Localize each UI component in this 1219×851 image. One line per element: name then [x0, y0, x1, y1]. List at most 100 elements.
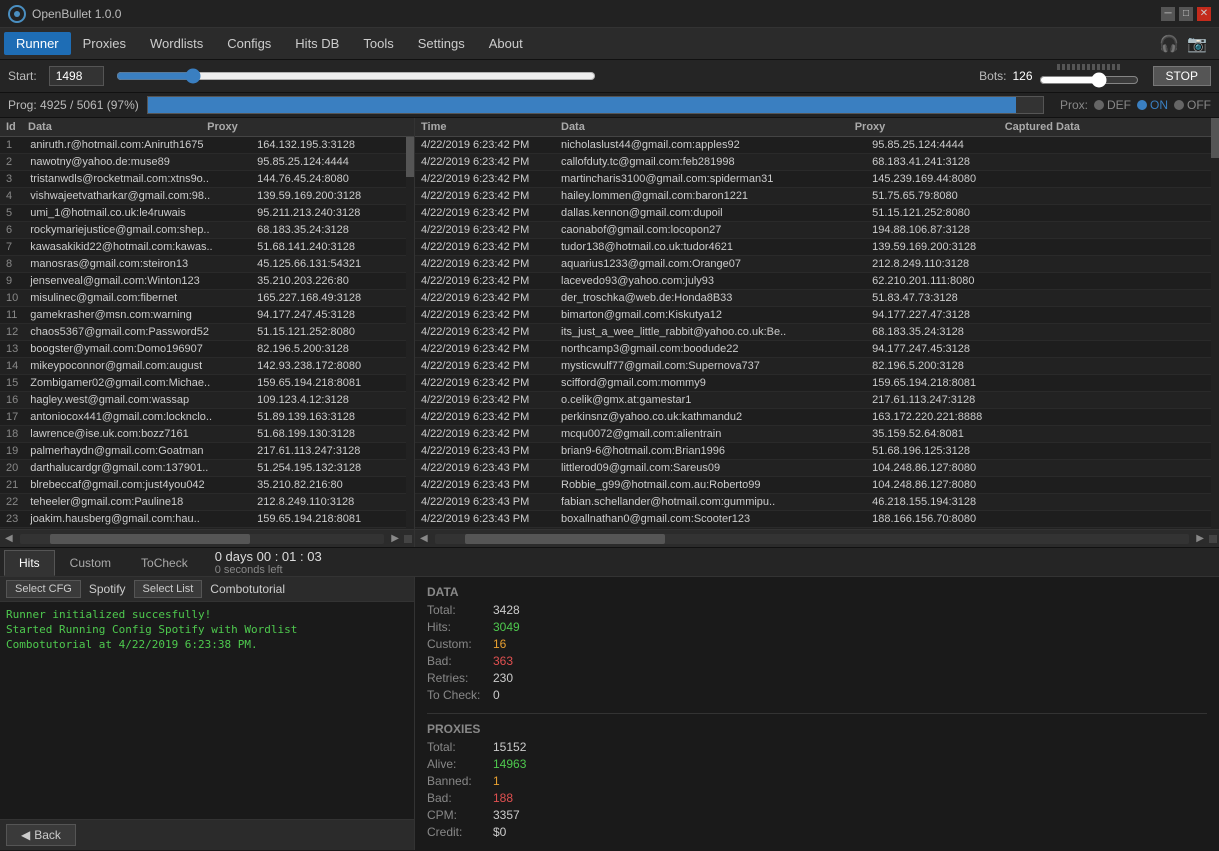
row-id: 2	[0, 154, 24, 171]
table-row[interactable]: 21 blrebeccaf@gmail.com:just4you042 35.2…	[0, 477, 406, 494]
table-row[interactable]: 4/22/2019 6:23:42 PM hailey.lommen@gmail…	[415, 188, 1219, 205]
table-row[interactable]: 4/22/2019 6:23:43 PM brian9-6@hotmail.co…	[415, 443, 1219, 460]
table-row[interactable]: 4/22/2019 6:23:43 PM boxallnathan0@gmail…	[415, 511, 1219, 528]
table-row[interactable]: 4/22/2019 6:23:42 PM scifford@gmail.com:…	[415, 375, 1219, 392]
table-row[interactable]: 7 kawasakikid22@hotmail.com:kawas.. 51.6…	[0, 239, 406, 256]
left-hscroll-bar[interactable]	[20, 534, 385, 544]
right-scroll-left-arrow[interactable]: ◀	[417, 533, 431, 544]
row-proxy: 159.65.194.218:8081	[251, 511, 406, 528]
right-hscroll: ◀ ▶	[415, 529, 1219, 547]
row-captured	[1016, 460, 1219, 477]
left-scrollbar[interactable]	[406, 137, 414, 529]
right-table-scroll[interactable]: 4/22/2019 6:23:42 PM nicholaslust44@gmai…	[415, 137, 1219, 529]
row-rdata: o.celik@gmx.at:gamestar1	[555, 392, 866, 409]
table-row[interactable]: 4/22/2019 6:23:43 PM fabian.schellander@…	[415, 494, 1219, 511]
table-row[interactable]: 4/22/2019 6:23:43 PM littlerod09@gmail.c…	[415, 460, 1219, 477]
left-scroll-right-arrow[interactable]: ▶	[388, 533, 402, 544]
right-hscroll-bar[interactable]	[435, 534, 1190, 544]
table-row[interactable]: 4/22/2019 6:23:42 PM bimarton@gmail.com:…	[415, 307, 1219, 324]
table-row[interactable]: 22 teheeler@gmail.com:Pauline18 212.8.24…	[0, 494, 406, 511]
table-row[interactable]: 3 tristanwdls@rocketmail.com:xtns9o.. 14…	[0, 171, 406, 188]
row-data: aniruth.r@hotmail.com:Aniruth1675	[24, 137, 251, 154]
row-rproxy: 104.248.86.127:8080	[866, 477, 1016, 494]
table-row[interactable]: 9 jensenveal@gmail.com:Winton123 35.210.…	[0, 273, 406, 290]
table-row[interactable]: 23 joakim.hausberg@gmail.com:hau.. 159.6…	[0, 511, 406, 528]
table-row[interactable]: 4/22/2019 6:23:42 PM der_troschka@web.de…	[415, 290, 1219, 307]
menu-item-tools[interactable]: Tools	[351, 32, 405, 55]
table-row[interactable]: 11 gamekrasher@msn.com:warning 94.177.24…	[0, 307, 406, 324]
table-row[interactable]: 1 aniruth.r@hotmail.com:Aniruth1675 164.…	[0, 137, 406, 154]
table-row[interactable]: 4/22/2019 6:23:42 PM tudor138@hotmail.co…	[415, 239, 1219, 256]
table-row[interactable]: 8 manosras@gmail.com:steiron13 45.125.66…	[0, 256, 406, 273]
camera-icon[interactable]: 📷	[1187, 34, 1207, 54]
select-cfg-button[interactable]: Select CFG	[6, 580, 81, 598]
table-row[interactable]: 18 lawrence@ise.uk.com:bozz7161 51.68.19…	[0, 426, 406, 443]
start-slider[interactable]	[116, 68, 596, 84]
table-row[interactable]: 5 umi_1@hotmail.co.uk:le4ruwais 95.211.2…	[0, 205, 406, 222]
table-row[interactable]: 19 palmerhaydn@gmail.com:Goatman 217.61.…	[0, 443, 406, 460]
table-row[interactable]: 14 mikeypoconnor@gmail.com:august 142.93…	[0, 358, 406, 375]
table-row[interactable]: 2 nawotny@yahoo.de:muse89 95.85.25.124:4…	[0, 154, 406, 171]
table-row[interactable]: 16 hagley.west@gmail.com:wassap 109.123.…	[0, 392, 406, 409]
def-toggle[interactable]: DEF	[1094, 98, 1131, 112]
row-proxy: 51.15.121.252:8080	[251, 324, 406, 341]
menu-item-wordlists[interactable]: Wordlists	[138, 32, 215, 55]
row-time: 4/22/2019 6:23:43 PM	[415, 511, 555, 528]
bots-slider[interactable]	[1039, 72, 1139, 88]
table-row[interactable]: 4/22/2019 6:23:42 PM o.celik@gmx.at:game…	[415, 392, 1219, 409]
table-row[interactable]: 15 Zombigamer02@gmail.com:Michae.. 159.6…	[0, 375, 406, 392]
table-row[interactable]: 10 misulinec@gmail.com:fibernet 165.227.…	[0, 290, 406, 307]
right-vscroll[interactable]	[1211, 118, 1219, 529]
headphones-icon[interactable]: 🎧	[1159, 34, 1179, 54]
table-row[interactable]: 20 darthalucardgr@gmail.com:137901.. 51.…	[0, 460, 406, 477]
table-row[interactable]: 4/22/2019 6:23:42 PM aquarius1233@gmail.…	[415, 256, 1219, 273]
on-toggle[interactable]: ON	[1137, 98, 1168, 112]
row-captured	[1016, 392, 1219, 409]
back-label: Back	[34, 828, 61, 842]
proxy-alive-value: 14963	[493, 757, 526, 771]
close-button[interactable]: ✕	[1197, 7, 1211, 21]
table-row[interactable]: 4/22/2019 6:23:42 PM its_just_a_wee_litt…	[415, 324, 1219, 341]
proxy-stats-title: PROXIES	[427, 722, 1207, 736]
maximize-button[interactable]: □	[1179, 7, 1193, 21]
table-row[interactable]: 4/22/2019 6:23:42 PM nicholaslust44@gmai…	[415, 137, 1219, 154]
minimize-button[interactable]: ─	[1161, 7, 1175, 21]
menubar: Runner Proxies Wordlists Configs Hits DB…	[0, 28, 1219, 60]
menu-item-about[interactable]: About	[477, 32, 535, 55]
menu-item-settings[interactable]: Settings	[406, 32, 477, 55]
back-button[interactable]: ◀ Back	[6, 824, 76, 846]
table-row[interactable]: 6 rockymariejustice@gmail.com:shep.. 68.…	[0, 222, 406, 239]
table-row[interactable]: 4/22/2019 6:23:42 PM mysticwulf77@gmail.…	[415, 358, 1219, 375]
menu-item-proxies[interactable]: Proxies	[71, 32, 138, 55]
menu-item-hitsdb[interactable]: Hits DB	[283, 32, 351, 55]
stop-button[interactable]: STOP	[1153, 66, 1211, 86]
row-id: 4	[0, 188, 24, 205]
menu-item-runner[interactable]: Runner	[4, 32, 71, 55]
table-row[interactable]: 12 chaos5367@gmail.com:Password52 51.15.…	[0, 324, 406, 341]
table-row[interactable]: 4/22/2019 6:23:42 PM perkinsnz@yahoo.co.…	[415, 409, 1219, 426]
table-row[interactable]: 4/22/2019 6:23:42 PM dallas.kennon@gmail…	[415, 205, 1219, 222]
right-scroll-right-arrow[interactable]: ▶	[1193, 533, 1207, 544]
row-proxy: 159.65.194.218:8081	[251, 375, 406, 392]
table-row[interactable]: 13 boogster@ymail.com:Domo196907 82.196.…	[0, 341, 406, 358]
select-list-button[interactable]: Select List	[134, 580, 203, 598]
table-row[interactable]: 4 vishwajeetvatharkar@gmail.com:98.. 139…	[0, 188, 406, 205]
table-row[interactable]: 4/22/2019 6:23:43 PM Robbie_g99@hotmail.…	[415, 477, 1219, 494]
table-row[interactable]: 4/22/2019 6:23:42 PM caonabof@gmail.com:…	[415, 222, 1219, 239]
table-row[interactable]: 4/22/2019 6:23:42 PM lacevedo93@yahoo.co…	[415, 273, 1219, 290]
row-rdata: bimarton@gmail.com:Kiskutya12	[555, 307, 866, 324]
table-row[interactable]: 4/22/2019 6:23:42 PM mcqu0072@gmail.com:…	[415, 426, 1219, 443]
left-table-scroll[interactable]: 1 aniruth.r@hotmail.com:Aniruth1675 164.…	[0, 137, 406, 529]
off-toggle[interactable]: OFF	[1174, 98, 1211, 112]
start-input[interactable]	[49, 66, 104, 86]
table-row[interactable]: 4/22/2019 6:23:42 PM martincharis3100@gm…	[415, 171, 1219, 188]
table-row[interactable]: 17 antoniocox441@gmail.com:locknclo.. 51…	[0, 409, 406, 426]
tab-hits[interactable]: Hits	[4, 550, 55, 576]
menu-item-configs[interactable]: Configs	[215, 32, 283, 55]
tab-tocheck[interactable]: ToCheck	[126, 550, 203, 576]
table-row[interactable]: 4/22/2019 6:23:42 PM callofduty.tc@gmail…	[415, 154, 1219, 171]
tab-custom[interactable]: Custom	[55, 550, 126, 576]
table-row[interactable]: 4/22/2019 6:23:42 PM northcamp3@gmail.co…	[415, 341, 1219, 358]
left-scroll-left-arrow[interactable]: ◀	[2, 533, 16, 544]
row-rdata: northcamp3@gmail.com:boodude22	[555, 341, 866, 358]
